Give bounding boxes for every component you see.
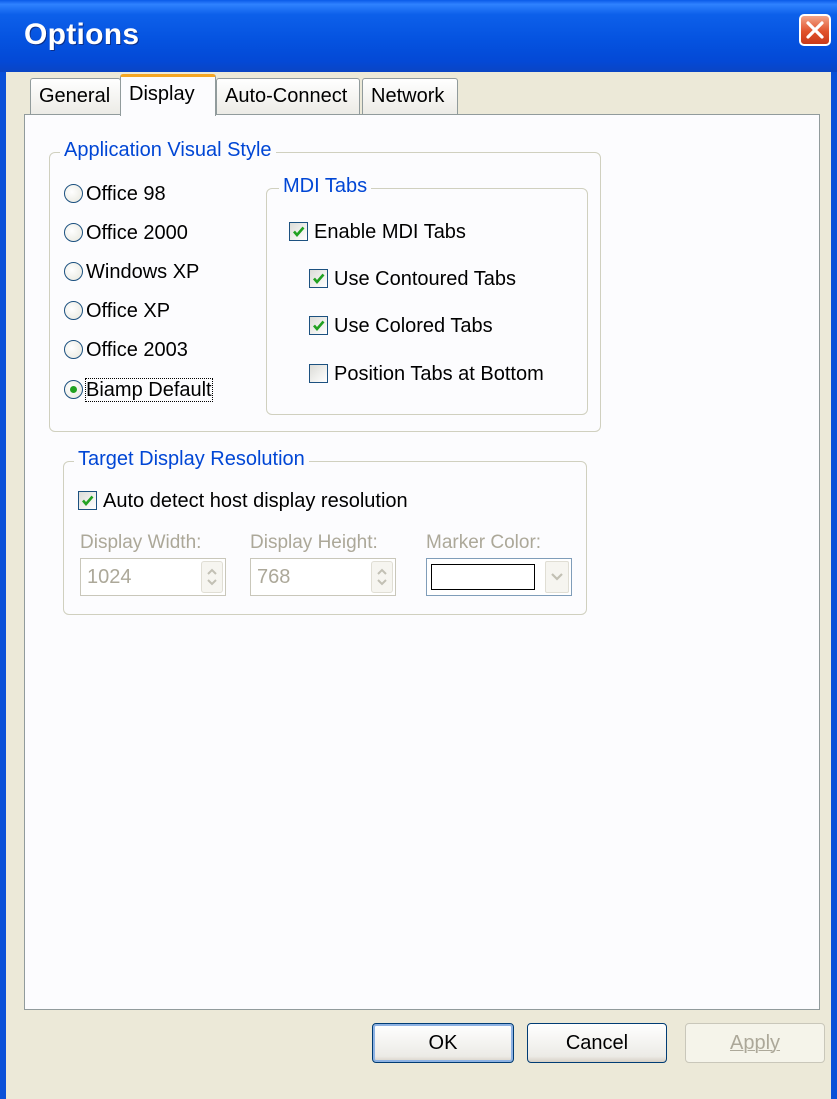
radio-office-2003[interactable]: Office 2003 <box>64 339 188 362</box>
radio-label: Office XP <box>86 300 171 322</box>
tab-general[interactable]: General <box>30 78 121 114</box>
spin-up-down-icon <box>207 568 217 586</box>
display-width-value: 1024 <box>87 566 132 588</box>
mdi-tabs-group: MDI Tabs Enable MDI Tabs Use Contoured T… <box>266 175 588 415</box>
display-height-label: Display Height: <box>250 532 378 553</box>
display-width-spinner[interactable]: 1024 <box>80 558 226 596</box>
group-legend: Application Visual Style <box>60 139 276 162</box>
dropdown-button[interactable] <box>545 561 569 593</box>
tab-display[interactable]: Display <box>120 74 216 116</box>
spin-arrows[interactable] <box>201 561 223 593</box>
checkbox-label: Use Colored Tabs <box>334 315 493 337</box>
marker-color-label: Marker Color: <box>426 532 542 553</box>
radio-button-icon <box>64 184 83 203</box>
visual-style-group: Application Visual Style Office 98 Offic… <box>49 139 601 432</box>
radio-office-2000[interactable]: Office 2000 <box>64 222 188 245</box>
tab-network[interactable]: Network <box>362 78 458 114</box>
radio-label: Biamp Default <box>85 378 213 402</box>
radio-windows-xp[interactable]: Windows XP <box>64 261 199 284</box>
radio-office-xp[interactable]: Office XP <box>64 300 170 323</box>
marker-color-dropdown[interactable] <box>426 558 572 596</box>
checkbox-use-colored-tabs[interactable]: Use Colored Tabs <box>309 315 493 338</box>
tab-label: General <box>39 85 111 107</box>
checkbox-position-tabs-at-bottom[interactable]: Position Tabs at Bottom <box>309 363 544 386</box>
apply-button[interactable]: Apply <box>685 1023 825 1063</box>
close-button[interactable] <box>799 14 831 46</box>
tab-label: Network <box>371 85 445 107</box>
checkbox-label: Use Contoured Tabs <box>334 268 516 290</box>
radio-button-icon <box>64 262 83 281</box>
radio-label: Office 2003 <box>86 339 188 361</box>
checkbox-checked-icon <box>289 222 308 241</box>
window-title: Options <box>24 18 140 51</box>
tab-label: Display <box>129 83 195 105</box>
ok-button[interactable]: OK <box>372 1023 514 1063</box>
display-tab-panel: Application Visual Style Office 98 Offic… <box>24 114 820 1010</box>
cancel-button[interactable]: Cancel <box>527 1023 667 1063</box>
title-bar[interactable]: Options <box>0 0 837 72</box>
radio-office-98[interactable]: Office 98 <box>64 183 166 206</box>
radio-label: Office 2000 <box>86 222 188 244</box>
checkbox-label: Enable MDI Tabs <box>314 221 466 243</box>
radio-button-icon <box>64 301 83 320</box>
tab-auto-connect[interactable]: Auto-Connect <box>216 78 360 114</box>
radio-button-icon <box>64 223 83 242</box>
marker-color-swatch <box>431 564 535 590</box>
chevron-down-icon <box>551 573 563 581</box>
display-height-value: 768 <box>257 566 291 588</box>
checkbox-enable-mdi-tabs[interactable]: Enable MDI Tabs <box>289 221 466 244</box>
checkbox-checked-icon <box>309 316 328 335</box>
radio-label: Windows XP <box>86 261 200 283</box>
spin-arrows[interactable] <box>371 561 393 593</box>
close-icon <box>806 21 824 39</box>
dialog-client-area: General Display Auto-Connect Network App… <box>6 72 831 1099</box>
checkbox-checked-icon <box>309 269 328 288</box>
checkbox-label: Position Tabs at Bottom <box>334 363 544 385</box>
checkbox-checked-icon <box>78 491 97 510</box>
display-resolution-group: Target Display Resolution Auto detect ho… <box>63 448 587 615</box>
display-height-spinner[interactable]: 768 <box>250 558 396 596</box>
radio-button-icon <box>64 340 83 359</box>
apply-label: Apply <box>729 1032 781 1054</box>
checkbox-auto-detect-resolution[interactable]: Auto detect host display resolution <box>78 490 408 513</box>
group-legend: MDI Tabs <box>279 175 372 198</box>
display-width-label: Display Width: <box>80 532 202 553</box>
radio-selected-icon <box>64 380 83 399</box>
group-legend: Target Display Resolution <box>74 448 309 471</box>
tab-label: Auto-Connect <box>225 85 348 107</box>
checkbox-use-contoured-tabs[interactable]: Use Contoured Tabs <box>309 268 516 291</box>
radio-biamp-default[interactable]: Biamp Default <box>64 378 213 402</box>
radio-label: Office 98 <box>86 183 166 205</box>
options-window: Options General Display Auto-Connect Net… <box>0 0 837 1099</box>
checkbox-unchecked-icon <box>309 364 328 383</box>
spin-up-down-icon <box>377 568 387 586</box>
checkbox-label: Auto detect host display resolution <box>103 490 408 512</box>
